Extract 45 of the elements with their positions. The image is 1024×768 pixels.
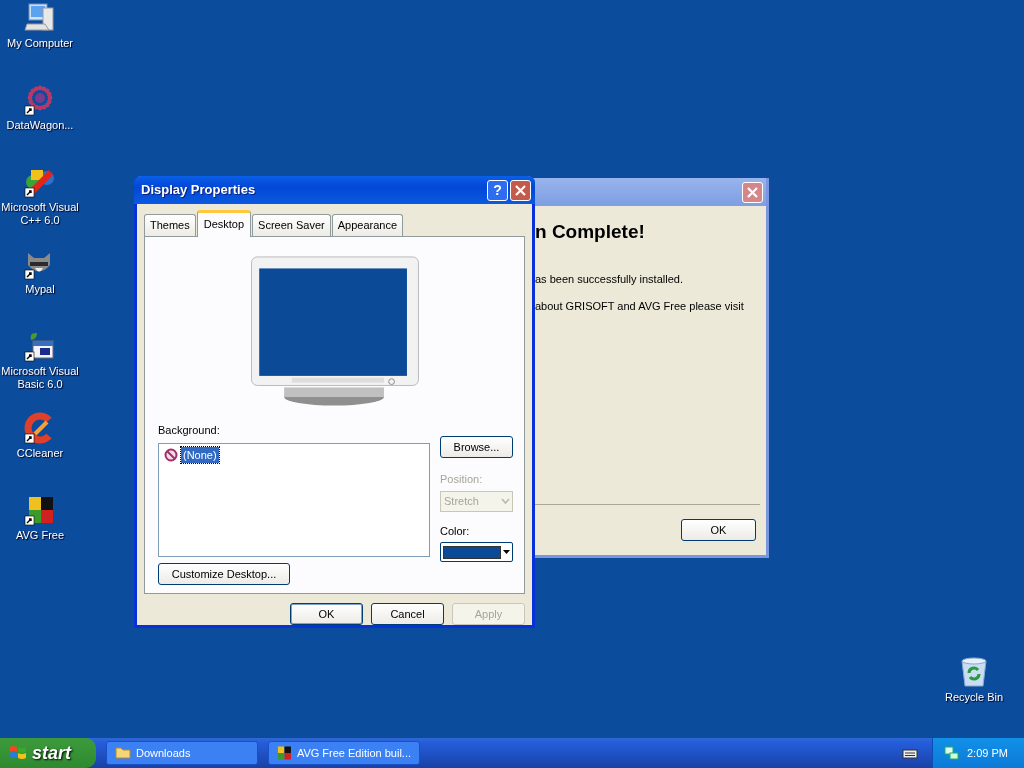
icon-label[interactable]: Recycle Bin: [944, 691, 1004, 704]
browse-button[interactable]: Browse...: [440, 436, 513, 458]
taskbar-button[interactable]: Downloads: [106, 741, 258, 765]
icon-label[interactable]: AVG Free: [15, 529, 65, 542]
field-label: Background:: [158, 423, 221, 438]
calendar-leaf-icon[interactable]: [23, 330, 57, 362]
color-picker[interactable]: [440, 542, 513, 562]
customize-desktop-button[interactable]: Customize Desktop...: [158, 562, 290, 585]
window-title: Display Properties: [141, 181, 257, 200]
computer-icon[interactable]: [23, 2, 57, 34]
tab[interactable]: Screen Saver: [252, 214, 331, 236]
help-button[interactable]: ?: [487, 179, 508, 201]
tab[interactable]: Themes: [144, 214, 196, 236]
folder-icon: [115, 745, 131, 761]
icon-label[interactable]: CCleaner: [16, 447, 64, 460]
four-color-square-icon: [277, 745, 292, 761]
icon-label[interactable]: Microsoft Visual C++ 6.0: [0, 201, 80, 227]
close-button[interactable]: [510, 179, 531, 201]
start-button[interactable]: start: [0, 738, 96, 768]
keyboard-icon[interactable]: [902, 747, 918, 759]
dropdown-arrow-icon: [503, 550, 510, 554]
list-item[interactable]: (None): [181, 446, 219, 463]
field-label: Color:: [440, 523, 471, 539]
taskbar-button[interactable]: AVG Free Edition buil...: [268, 741, 420, 765]
ok-button[interactable]: OK: [681, 519, 756, 541]
close-button[interactable]: [742, 181, 763, 203]
close-icon: [515, 184, 526, 196]
close-icon: [747, 186, 758, 198]
heading: n Complete!: [535, 220, 646, 244]
windows-flag-icon: [8, 744, 28, 762]
icon-label[interactable]: Mypal: [25, 283, 55, 296]
dialog-button[interactable]: OK: [290, 602, 363, 625]
clock: 2:09 PM: [967, 745, 1008, 761]
body-text: as been successfully installed.: [535, 271, 684, 287]
icon-label[interactable]: DataWagon...: [6, 119, 74, 132]
background-list[interactable]: (None): [158, 442, 430, 557]
icon-label[interactable]: Microsoft Visual Basic 6.0: [0, 365, 80, 391]
tab[interactable]: Appearance: [331, 214, 404, 236]
dialog-button[interactable]: Cancel: [371, 602, 444, 625]
tab[interactable]: Desktop: [196, 210, 252, 237]
field-label: Position:: [440, 472, 484, 487]
prohibited-icon: [164, 447, 178, 462]
body-text: about GRISOFT and AVG Free please visit: [535, 299, 745, 314]
network-icon[interactable]: [943, 745, 959, 761]
icon-label[interactable]: My Computer: [7, 37, 73, 50]
